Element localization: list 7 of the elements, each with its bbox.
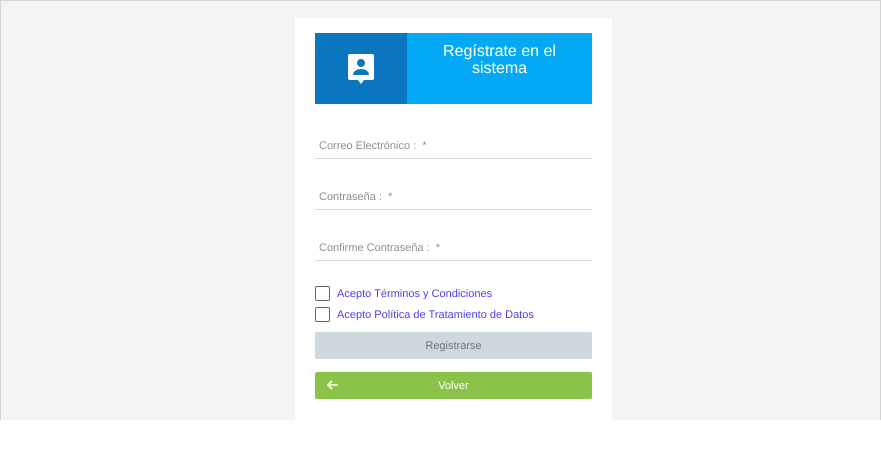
checkbox[interactable] bbox=[315, 286, 330, 301]
agreement-link[interactable]: Acepto Términos y Condiciones bbox=[337, 288, 492, 300]
arrow-left-icon bbox=[327, 380, 339, 390]
checkbox[interactable] bbox=[315, 307, 330, 322]
agreement-link[interactable]: Acepto Política de Tratamiento de Datos bbox=[337, 308, 534, 320]
user-badge-icon bbox=[347, 52, 375, 84]
header-title: Regístrate en el sistema bbox=[442, 42, 557, 79]
